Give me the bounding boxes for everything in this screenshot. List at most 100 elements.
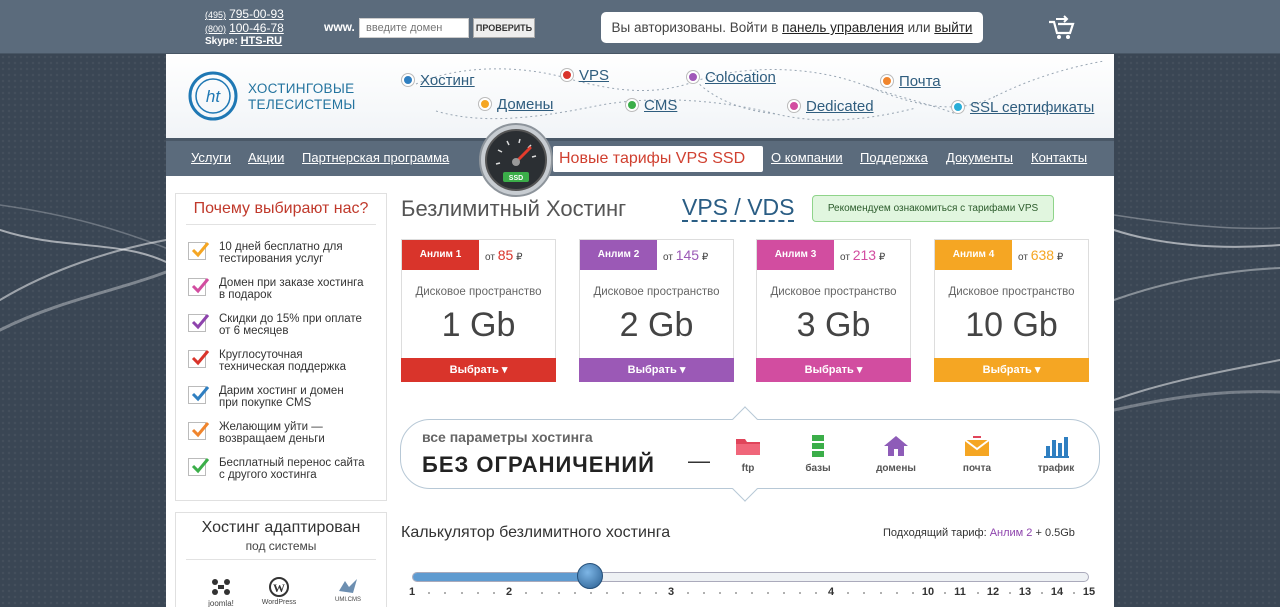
why-item: Дарим хостинг и домен при покупке CMS xyxy=(188,384,388,418)
slider-ticks: 1 2 3 4 10 11 12 13 14 15 xyxy=(408,586,1095,606)
service-link-mail[interactable]: Почта xyxy=(881,73,941,90)
nav-item-support[interactable]: Поддержка xyxy=(860,150,928,165)
logo-text[interactable]: ХОСТИНГОВЫЕ ТЕЛЕСИСТЕМЫ xyxy=(248,81,356,113)
slider-tick-dot xyxy=(1041,592,1043,594)
database-icon xyxy=(812,435,824,457)
why-item: Желающим уйти — возвращаем деньги xyxy=(188,420,388,454)
plan-disk-label: Дисковое пространство xyxy=(770,286,897,298)
hosting-dot-icon xyxy=(402,74,414,86)
service-link-vps[interactable]: VPS xyxy=(561,67,609,84)
recommend-vps-badge[interactable]: Рекомендуем ознакомиться с тарифами VPS xyxy=(812,195,1054,222)
why-item-text: Круглосуточная техническая поддержка xyxy=(219,349,346,373)
top-bar: (495) 795-00-93 (800) 100-46-78 Skype: H… xyxy=(0,0,1280,54)
joomla-icon xyxy=(212,579,230,595)
slider-tick: 2 xyxy=(505,586,513,598)
plan-select-button[interactable]: Выбрать ▾ xyxy=(579,358,734,382)
nav-item-docs[interactable]: Документы xyxy=(946,150,1013,165)
phone1-code: (495) xyxy=(205,10,227,20)
slider-tick-dot xyxy=(606,592,609,594)
plan-name: Анлим 4 xyxy=(935,240,1012,270)
phone1-link[interactable]: 795-00-93 xyxy=(229,7,284,21)
why-item-text: Желающим уйти — возвращаем деньги xyxy=(219,421,325,445)
www-label: www. xyxy=(324,20,355,34)
calculator-slider-track[interactable] xyxy=(412,572,1089,582)
slider-tick-dot xyxy=(976,592,979,594)
nav-item-services[interactable]: Услуги xyxy=(191,150,231,165)
phone2-link[interactable]: 100-46-78 xyxy=(229,21,284,35)
wordpress-logo[interactable]: W WordPress xyxy=(254,577,304,606)
slider-tick: 12 xyxy=(986,586,1000,598)
vps-vds-link[interactable]: VPS / VDS xyxy=(682,194,795,222)
service-link-hosting[interactable]: Хостинг xyxy=(402,72,475,89)
service-link-dedicated[interactable]: Dedicated xyxy=(788,98,874,115)
why-item: Домен при заказе хостинга в подарок xyxy=(188,276,388,310)
slider-tick: 1 xyxy=(408,586,416,598)
service-link-ssl[interactable]: SSL сертификаты xyxy=(952,99,1094,116)
nav-item-contacts[interactable]: Контакты xyxy=(1031,150,1087,165)
house-icon xyxy=(884,436,908,456)
slider-tick: 3 xyxy=(667,586,675,598)
slider-tick-dot xyxy=(911,592,914,594)
params-dash: — xyxy=(688,448,710,473)
slider-tick-dot xyxy=(944,592,946,594)
umicms-logo[interactable]: UMI.CMS xyxy=(328,577,368,603)
folder-icon xyxy=(736,439,760,455)
slider-tick: 15 xyxy=(1082,586,1096,598)
service-link-colocation[interactable]: Colocation xyxy=(687,69,776,86)
slider-tick-dot xyxy=(767,592,769,594)
checkmark-icon xyxy=(188,314,210,332)
plan-disk-size: 1 Gb xyxy=(441,306,516,344)
envelope-icon xyxy=(964,436,990,456)
slider-tick-dot xyxy=(1073,592,1075,594)
plan-disk-size: 10 Gb xyxy=(965,306,1058,344)
skype-link[interactable]: HTS-RU xyxy=(241,35,283,47)
page-title: Безлимитный Хостинг xyxy=(401,196,627,221)
plan-name: Анлим 1 xyxy=(402,240,479,270)
why-us-title: Почему выбирают нас? xyxy=(193,200,369,217)
slider-tick-dot xyxy=(863,592,866,594)
nav-item-partners[interactable]: Партнерская программа xyxy=(302,150,449,165)
plan-select-button[interactable]: Выбрать ▾ xyxy=(756,358,911,382)
joomla-logo[interactable]: joomla! xyxy=(206,577,236,607)
divider xyxy=(186,559,376,560)
param-databases: базы xyxy=(788,434,848,474)
slider-tick-dot xyxy=(460,592,463,594)
service-link-cms[interactable]: CMS xyxy=(626,97,677,114)
checkmark-icon xyxy=(188,422,210,440)
plan-price: от 145 ₽ xyxy=(663,247,709,263)
why-item-text: 10 дней бесплатно для тестирования услуг xyxy=(219,241,343,265)
speedometer-icon[interactable]: SSD xyxy=(478,122,554,198)
plan-price: от 638 ₽ xyxy=(1018,247,1064,263)
auth-prefix: Вы авторизованы. Войти в xyxy=(611,20,779,35)
params-line1: все параметры хостинга xyxy=(422,429,593,445)
gauge-label: SSD xyxy=(509,175,523,182)
colocation-dot-icon xyxy=(687,71,699,83)
logo-line1: ХОСТИНГОВЫЕ xyxy=(248,81,355,96)
contacts: (495) 795-00-93 (800) 100-46-78 Skype: H… xyxy=(205,8,284,49)
nav-item-about[interactable]: О компании xyxy=(771,150,843,165)
slider-tick-dot xyxy=(1009,592,1011,594)
cart-icon[interactable] xyxy=(1046,14,1076,40)
slider-tick-dot xyxy=(590,592,592,594)
plan-disk-label: Дисковое пространство xyxy=(948,286,1075,298)
why-item-text: Скидки до 15% при оплате от 6 месяцев xyxy=(219,313,362,337)
param-domains: домены xyxy=(866,434,926,474)
params-line2: БЕЗ ОГРАНИЧЕНИЙ xyxy=(422,452,655,477)
tariff-name: Анлим 2 xyxy=(989,527,1033,539)
phone2-code: (800) xyxy=(205,23,227,34)
logout-link[interactable]: выйти xyxy=(934,20,972,35)
check-domain-button[interactable]: ПРОВЕРИТЬ xyxy=(473,18,535,38)
why-item: 10 дней бесплатно для тестирования услуг xyxy=(188,240,388,274)
logo-icon[interactable]: ht xyxy=(188,71,238,121)
control-panel-link[interactable]: панель управления xyxy=(782,20,904,35)
plan-select-button[interactable]: Выбрать ▾ xyxy=(401,358,556,382)
plan-disk-size: 3 Gb xyxy=(796,306,871,344)
domain-search-input[interactable] xyxy=(359,18,469,38)
slider-tick-dot xyxy=(735,592,737,594)
promo-vps-ssd-link[interactable]: Новые тарифы VPS SSD xyxy=(553,146,763,172)
slider-tick-dot xyxy=(879,592,882,594)
nav-item-promos[interactable]: Акции xyxy=(248,150,284,165)
plan-select-button[interactable]: Выбрать ▾ xyxy=(934,358,1089,382)
service-link-domains[interactable]: Домены xyxy=(479,96,553,113)
svg-text:W: W xyxy=(273,581,285,595)
